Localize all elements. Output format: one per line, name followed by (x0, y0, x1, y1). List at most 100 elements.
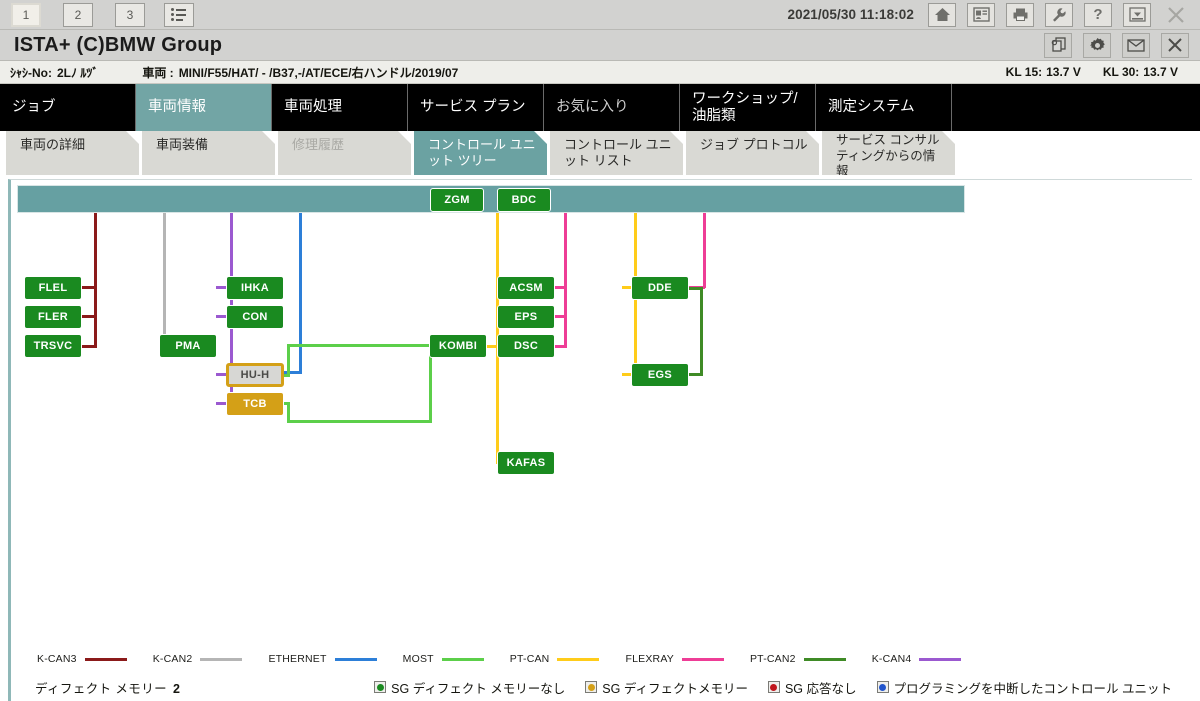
page-title: ISTA+ (C)BMW Group (14, 33, 223, 56)
bus-wire-segment (82, 286, 96, 289)
tab-favorites[interactable]: お気に入り (544, 84, 680, 131)
subtab-vehicle-details[interactable]: 車両の詳細 (6, 131, 139, 175)
bus-wire-segment (163, 213, 166, 346)
tab-vehicle-information-label: 車両情報 (148, 99, 206, 116)
subtab-service-consulting-info[interactable]: サービス コンサルティングからの情報 (822, 131, 955, 175)
status-legend: SG ディフェクト メモリーなし SG ディフェクトメモリー SG 応答なし プログラ… (374, 678, 1192, 697)
subtab-repair-history: 修理履歴 (278, 131, 411, 175)
node-bdc[interactable]: BDC (497, 188, 551, 212)
tab-vehicle-processing[interactable]: 車両処理 (272, 84, 408, 131)
bus-wire-segment (703, 213, 706, 288)
bus-wire-segment (689, 373, 703, 376)
node-dde-label: DDE (647, 282, 673, 294)
ista-application-window: 1 2 3 2021/05/30 11:18:02 ? ISTA+ (C)BMW… (0, 0, 1200, 701)
list-icon (171, 7, 187, 22)
chassis-number-label: ｼｬｼ-No: (10, 65, 52, 80)
close-icon[interactable] (1161, 32, 1189, 58)
printer-icon[interactable] (1006, 2, 1034, 27)
home-icon[interactable] (928, 2, 956, 27)
vehicle-value: MINI/F55/HAT/ - /B37,-/AT/ECE/右ハンドル/2019… (178, 65, 459, 80)
legend-color-swatch (441, 657, 484, 661)
status-legend-label: プログラミングを中断したコントロール ユニット (893, 681, 1172, 696)
id-card-icon[interactable] (967, 2, 995, 27)
bus-wire-segment (555, 315, 567, 318)
gear-icon[interactable] (1083, 32, 1111, 58)
bus-wire-segment (94, 213, 97, 348)
bus-wire-segment (299, 213, 302, 371)
vehicle-bus-backbone (17, 185, 965, 213)
legend-label: ETHERNET (268, 653, 327, 665)
legend-item-k-can4: K-CAN4 (872, 653, 962, 665)
legend-label: MOST (402, 653, 434, 665)
subtab-job-protocol[interactable]: ジョブ プロトコル (686, 131, 819, 175)
page-button-2[interactable]: 2 (63, 2, 93, 27)
tab-jobs[interactable]: ジョブ (0, 84, 136, 131)
bus-wire-segment (564, 213, 567, 348)
node-con[interactable]: CON (226, 305, 284, 329)
node-trsvc[interactable]: TRSVC (24, 334, 82, 358)
tab-jobs-label: ジョブ (12, 99, 56, 116)
help-icon[interactable]: ? (1084, 2, 1112, 27)
bus-wire-segment (555, 345, 567, 348)
tab-workshop-lubricants[interactable]: ワークショップ/ 油脂類 (680, 84, 816, 131)
node-fler[interactable]: FLER (24, 305, 82, 329)
node-hu-h[interactable]: HU-H (226, 363, 284, 387)
node-dde[interactable]: DDE (631, 276, 689, 300)
list-view-button[interactable] (164, 2, 194, 27)
mail-icon[interactable] (1122, 32, 1150, 58)
status-legend-label: SG 応答なし (784, 681, 857, 696)
node-dsc[interactable]: DSC (497, 334, 555, 358)
legend-label: FLEXRAY (625, 653, 674, 665)
kl15-label: KL 15: (1005, 65, 1043, 79)
tab-service-plan[interactable]: サービス プラン (408, 84, 544, 131)
status-indicator-dot (876, 681, 889, 693)
wrench-icon[interactable] (1045, 2, 1073, 27)
legend-color-swatch (84, 657, 127, 661)
bus-wire-segment (82, 315, 96, 318)
node-pma-label: PMA (175, 340, 201, 352)
subtab-control-unit-tree-label: コントロール ユニット ツリー (428, 137, 536, 169)
node-con-label: CON (242, 311, 268, 323)
status-legend-item-3: プログラミングを中断したコントロール ユニット (876, 678, 1172, 697)
legend-item-k-can2: K-CAN2 (153, 653, 243, 665)
legend-color-swatch (334, 657, 377, 661)
kl15-value: 13.7 V (1046, 65, 1081, 79)
page-button-1[interactable]: 1 (11, 2, 41, 27)
tab-vehicle-processing-label: 車両処理 (284, 99, 342, 116)
node-flel-label: FLEL (38, 282, 68, 294)
bus-wire-segment (284, 402, 290, 405)
subtab-control-unit-list[interactable]: コントロール ユニット リスト (550, 131, 683, 175)
node-eps[interactable]: EPS (497, 305, 555, 329)
subtab-vehicle-equipment[interactable]: 車両装備 (142, 131, 275, 175)
bus-wire-segment (287, 420, 432, 423)
minimize-icon[interactable] (1123, 2, 1151, 27)
node-ihka[interactable]: IHKA (226, 276, 284, 300)
node-zgm[interactable]: ZGM (430, 188, 484, 212)
node-kombi[interactable]: KOMBI (429, 334, 487, 358)
legend-label: K-CAN2 (152, 653, 193, 665)
node-kafas[interactable]: KAFAS (497, 451, 555, 475)
node-flel[interactable]: FLEL (24, 276, 82, 300)
close-icon[interactable] (1162, 3, 1190, 27)
tab-workshop-lubricants-label: ワークショップ/ 油脂類 (692, 90, 798, 124)
legend-item-flexray: FLEXRAY (625, 653, 724, 665)
subtab-control-unit-tree[interactable]: コントロール ユニット ツリー (414, 131, 547, 175)
tab-measurement-system[interactable]: 測定システム (816, 84, 952, 131)
bus-wire-segment (284, 374, 290, 377)
legend-item-pt-can: PT-CAN (510, 653, 600, 665)
bus-type-legend: K-CAN3 K-CAN2 ETHERNET MOST PT-CAN FLEXRAY PT-… (8, 645, 1192, 673)
node-egs[interactable]: EGS (631, 363, 689, 387)
page-button-3[interactable]: 3 (115, 2, 145, 27)
page-button-1-label: 1 (22, 7, 30, 22)
node-kafas-label: KAFAS (506, 457, 546, 469)
legend-label: K-CAN4 (871, 653, 912, 665)
document-search-icon[interactable] (1044, 32, 1072, 58)
node-acsm[interactable]: ACSM (497, 276, 555, 300)
node-tcb[interactable]: TCB (226, 392, 284, 416)
legend-color-swatch (919, 657, 962, 661)
application-title-bar: ISTA+ (C)BMW Group (0, 30, 1200, 61)
node-pma[interactable]: PMA (159, 334, 217, 358)
subtab-vehicle-equipment-label: 車両装備 (156, 137, 209, 152)
legend-item-pt-can2: PT-CAN2 (750, 653, 846, 665)
tab-vehicle-information[interactable]: 車両情報 (136, 84, 272, 131)
